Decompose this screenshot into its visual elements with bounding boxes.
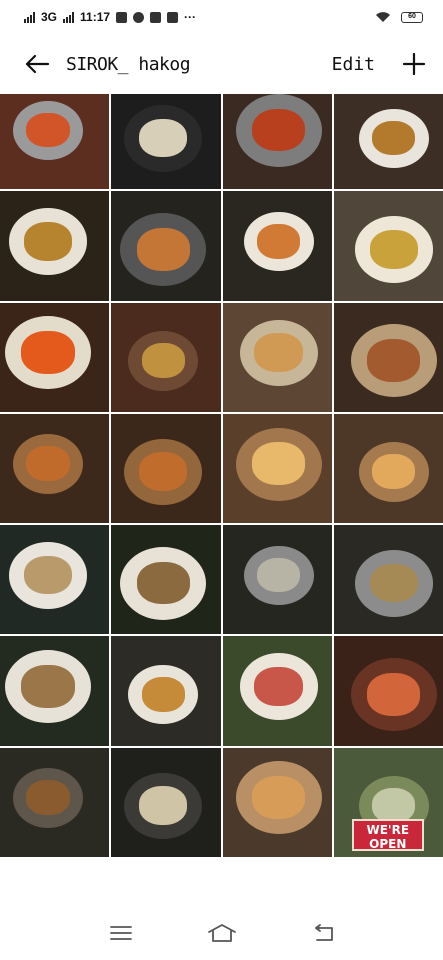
photo-food bbox=[251, 108, 306, 152]
signal-icon bbox=[24, 11, 35, 23]
app-bar: SIROK_ hakog Edit bbox=[0, 34, 443, 94]
photo-food bbox=[141, 676, 185, 712]
system-nav-bar bbox=[0, 906, 443, 960]
facebook-icon bbox=[116, 11, 128, 23]
photo-thumbnail-carrot-fries[interactable] bbox=[0, 302, 110, 412]
open-sign-line2: OPEN bbox=[369, 836, 407, 851]
open-sign-line1: WE'RE bbox=[366, 822, 410, 837]
photo-food bbox=[372, 788, 416, 823]
photo-thumbnail-wok-soup[interactable] bbox=[111, 636, 221, 746]
photo-thumbnail-pancit-close[interactable] bbox=[111, 747, 221, 857]
network-type: 3G bbox=[41, 10, 58, 24]
photo-food bbox=[254, 333, 303, 372]
photo-thumbnail-pizza-2[interactable] bbox=[333, 413, 443, 523]
photo-food bbox=[26, 446, 70, 482]
battery-icon: 60 bbox=[401, 11, 423, 23]
status-time: 11:17 bbox=[80, 10, 111, 24]
photo-food bbox=[26, 112, 70, 148]
photo-food bbox=[251, 776, 306, 819]
photo-food bbox=[23, 221, 73, 261]
photo-thumbnail-sinigang[interactable] bbox=[0, 191, 110, 301]
photo-thumbnail-pot-veg[interactable] bbox=[222, 525, 332, 635]
back-nav-icon bbox=[314, 924, 333, 941]
photo-thumbnail-shrimp-bowl[interactable] bbox=[111, 191, 221, 301]
photo-food bbox=[251, 442, 306, 486]
photo-grid-viewport[interactable]: WE'RE OPEN bbox=[0, 94, 443, 906]
menu-icon bbox=[109, 926, 132, 940]
plus-icon bbox=[402, 52, 426, 76]
photo-thumbnail-pancit[interactable] bbox=[111, 94, 221, 190]
photo-thumbnail-were-open[interactable]: WE'RE OPEN bbox=[333, 747, 443, 857]
photo-thumbnail-soup-bowl[interactable] bbox=[333, 94, 443, 190]
photo-thumbnail-clam-soup[interactable] bbox=[0, 525, 110, 635]
photo-thumbnail-tom-yum[interactable] bbox=[222, 191, 332, 301]
photo-food bbox=[139, 118, 188, 158]
photo-thumbnail-lumpia[interactable] bbox=[111, 302, 221, 412]
email-icon bbox=[150, 11, 162, 23]
status-bar: 3G 11:17 ··· 60 bbox=[0, 0, 443, 34]
gmail-icon bbox=[167, 11, 179, 23]
photo-food bbox=[256, 223, 301, 259]
photo-thumbnail-pizza[interactable] bbox=[222, 413, 332, 523]
photo-food bbox=[23, 555, 73, 595]
photo-food bbox=[21, 664, 75, 708]
photo-thumbnail-pizza-board[interactable] bbox=[222, 747, 332, 857]
photo-thumbnail-ceviche[interactable] bbox=[222, 636, 332, 746]
album-title: SIROK_ hakog bbox=[66, 53, 191, 75]
photo-thumbnail-beans-soup[interactable] bbox=[0, 636, 110, 746]
photo-food bbox=[139, 452, 188, 492]
photo-thumbnail-shrimp-close[interactable] bbox=[333, 636, 443, 746]
photo-food bbox=[254, 666, 303, 706]
photo-thumbnail-pot-soup[interactable] bbox=[333, 525, 443, 635]
photo-food bbox=[367, 672, 421, 716]
photo-food bbox=[372, 454, 416, 490]
photo-thumbnail-burger-board[interactable] bbox=[222, 302, 332, 412]
open-sign: WE'RE OPEN bbox=[351, 818, 424, 851]
status-right: 60 bbox=[375, 11, 423, 23]
signal-2-icon bbox=[63, 11, 75, 23]
photo-food bbox=[136, 561, 190, 605]
menu-nav-button[interactable] bbox=[101, 913, 141, 953]
back-nav-button[interactable] bbox=[303, 913, 343, 953]
photo-thumbnail-spaghetti-sandwich[interactable] bbox=[0, 413, 110, 523]
photo-food bbox=[256, 557, 301, 593]
home-nav-button[interactable] bbox=[202, 913, 242, 953]
photo-thumbnail-burger[interactable] bbox=[333, 302, 443, 412]
photo-food bbox=[139, 786, 188, 825]
edit-button[interactable]: Edit bbox=[332, 54, 375, 75]
photo-food bbox=[369, 229, 418, 269]
photo-food bbox=[372, 120, 416, 156]
photo-food bbox=[136, 227, 190, 271]
photo-thumbnail-prawns-pot[interactable] bbox=[222, 94, 332, 190]
photo-food bbox=[367, 339, 421, 382]
photo-food bbox=[141, 343, 185, 378]
photo-food bbox=[26, 780, 70, 815]
photo-food bbox=[21, 331, 75, 374]
photo-thumbnail-vegetable-soup[interactable] bbox=[111, 525, 221, 635]
home-icon bbox=[207, 924, 236, 942]
photo-food bbox=[369, 563, 418, 603]
back-button[interactable] bbox=[24, 49, 54, 79]
messenger-icon bbox=[133, 11, 145, 23]
wifi-icon bbox=[376, 12, 390, 22]
photo-thumbnail-shrimp-pan[interactable] bbox=[0, 94, 110, 190]
photo-grid: WE'RE OPEN bbox=[0, 94, 443, 857]
add-button[interactable] bbox=[399, 49, 429, 79]
status-left: 3G 11:17 ··· bbox=[24, 10, 196, 24]
photo-thumbnail-spaghetti-sandwich-2[interactable] bbox=[111, 413, 221, 523]
more-notifications: ··· bbox=[184, 10, 197, 24]
photo-thumbnail-stew-pan[interactable] bbox=[0, 747, 110, 857]
photo-thumbnail-broth-spoon[interactable] bbox=[333, 191, 443, 301]
arrow-left-icon bbox=[25, 54, 50, 74]
